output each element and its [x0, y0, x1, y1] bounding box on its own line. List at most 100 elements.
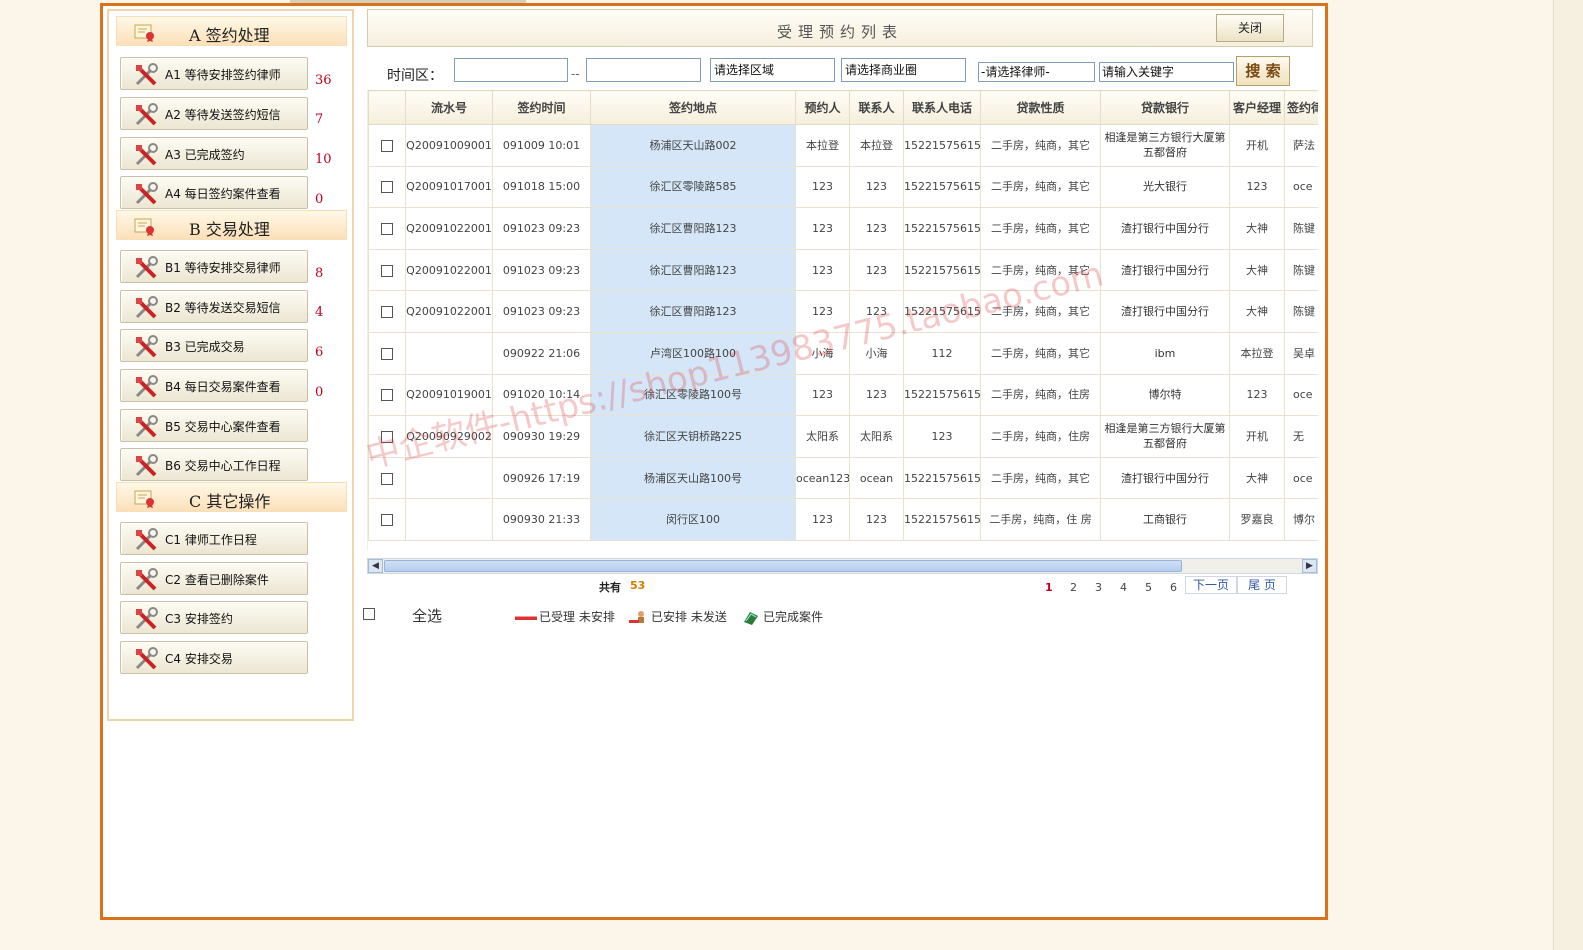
booker-cell: 123 — [795, 498, 850, 541]
legend-label: 已受理 未安排 — [539, 610, 615, 624]
row-checkbox[interactable] — [381, 222, 393, 235]
table-row[interactable]: Q20091019001 091020 10:14 徐汇区零陵路100号 123 123… — [368, 373, 1318, 417]
page-link-5[interactable]: 5 — [1145, 581, 1152, 594]
scroll-right-icon[interactable]: ▶ — [1302, 559, 1317, 573]
search-button[interactable]: 搜 索 — [1236, 56, 1290, 86]
table-row[interactable]: Q20090929002 090930 19:29 徐汇区天钥桥路225 太阳系 太阳系… — [368, 415, 1318, 458]
row-checkbox[interactable] — [381, 347, 393, 360]
contact-cell: 123 — [849, 498, 904, 541]
sidebar-item-b5[interactable]: B5 交易中心案件查看 — [120, 409, 308, 442]
scroll-thumb[interactable] — [384, 560, 1182, 572]
phone-cell: 15221575615 — [903, 373, 981, 417]
window-scrollbar[interactable] — [1553, 0, 1583, 950]
lawyer-cell: oce — [1284, 456, 1318, 500]
count-a3: 10 — [315, 152, 332, 167]
phone-cell: 15221575615 — [903, 498, 981, 541]
tools-icon — [135, 528, 158, 551]
date-from-input[interactable] — [454, 58, 568, 82]
sidebar-item-a3[interactable]: A3 已完成签约 — [120, 137, 308, 170]
lawyer-cell: oce — [1284, 165, 1318, 209]
booker-cell: 123 — [795, 373, 850, 417]
page-link-3[interactable]: 3 — [1095, 581, 1102, 594]
table-horizontal-scrollbar[interactable]: ◀ ▶ — [367, 558, 1318, 574]
table-footer: 全选 已受理 未安排 已安排 未发送 已完成案件 — [361, 600, 1061, 630]
select-all-checkbox[interactable] — [363, 608, 375, 620]
sidebar-item-c4[interactable]: C4 安排交易 — [120, 641, 308, 674]
table-row[interactable]: 090930 21:33 闵行区100 123 123 15221575615 二手房，纯… — [368, 498, 1318, 541]
phone-cell: 15221575615 — [903, 207, 981, 250]
table-row[interactable]: Q20091009001 091009 10:01 杨浦区天山路002 本拉登 本拉登 1… — [368, 124, 1318, 167]
table-row[interactable]: Q20091017001 091018 15:00 徐汇区零陵路585 123 123 1… — [368, 165, 1318, 209]
row-checkbox[interactable] — [381, 472, 393, 485]
row-checkbox[interactable] — [381, 514, 393, 527]
page-link-4[interactable]: 4 — [1120, 581, 1127, 594]
legend-label: 已完成案件 — [763, 610, 824, 624]
row-checkbox[interactable] — [381, 389, 393, 402]
phone-cell: 15221575615 — [903, 124, 981, 167]
serial-cell — [405, 498, 493, 541]
sidebar-item-c2[interactable]: C2 查看已删除案件 — [120, 562, 308, 595]
manager-cell: 开机 — [1229, 124, 1285, 167]
bank-cell: 渣打银行中国分行 — [1100, 207, 1230, 250]
page-link-6[interactable]: 6 — [1170, 581, 1177, 594]
lawyer-cell: 陈键 — [1284, 248, 1318, 292]
table-row[interactable]: Q20091022001 091023 09:23 徐汇区曹阳路123 123 123 1… — [368, 207, 1318, 250]
next-page-button[interactable]: 下一页 — [1185, 576, 1237, 594]
sidebar-item-label: B5 交易中心案件查看 — [165, 420, 281, 434]
total-label: 共有 — [599, 581, 621, 594]
table-row[interactable]: 090922 21:06 卢湾区100路100 小海 小海 112 二手房，纯商，其它 ib… — [368, 331, 1318, 375]
sidebar-item-b6[interactable]: B6 交易中心工作日程 — [120, 448, 308, 481]
row-checkbox[interactable] — [381, 264, 393, 277]
region-select[interactable]: 请选择区域 — [710, 58, 835, 82]
lawyer-cell: 陈键 — [1284, 290, 1318, 333]
row-checkbox[interactable] — [381, 181, 393, 194]
sidebar-item-a2[interactable]: A2 等待发送签约短信 — [120, 97, 308, 130]
legend-completed: 已完成案件 — [741, 608, 823, 626]
sidebar-item-label: C2 查看已删除案件 — [165, 573, 269, 587]
last-page-button[interactable]: 尾 页 — [1237, 576, 1287, 594]
serial-cell: Q20091022001 — [405, 248, 493, 292]
sidebar-item-a1[interactable]: A1 等待安排签约律师 — [120, 57, 308, 90]
legend-label: 已安排 未发送 — [651, 610, 727, 624]
column-header: 签约律 — [1284, 90, 1318, 125]
serial-cell: Q20091019001 — [405, 373, 493, 417]
bank-cell: 光大银行 — [1100, 165, 1230, 209]
sidebar-item-a4[interactable]: A4 每日签约案件查看 — [120, 176, 308, 209]
sign-time-cell: 091009 10:01 — [492, 124, 591, 167]
keyword-input[interactable]: 请输入关键字 — [1099, 62, 1234, 82]
section-header-b: B 交易处理 — [116, 210, 347, 240]
page-link-2[interactable]: 2 — [1070, 581, 1077, 594]
sidebar-item-label: B4 每日交易案件查看 — [165, 380, 281, 394]
scroll-left-icon[interactable]: ◀ — [368, 559, 383, 573]
sign-time-cell: 091023 09:23 — [492, 248, 591, 292]
sidebar-item-c1[interactable]: C1 律师工作日程 — [120, 522, 308, 555]
table-row[interactable]: Q20091022001 091023 09:23 徐汇区曹阳路123 123 123 1… — [368, 290, 1318, 333]
row-checkbox[interactable] — [381, 306, 393, 319]
lawyer-select[interactable]: -请选择律师- — [978, 62, 1095, 82]
sidebar-item-b3[interactable]: B3 已完成交易 — [120, 329, 308, 362]
sidebar-item-b4[interactable]: B4 每日交易案件查看 — [120, 369, 308, 402]
sidebar-item-b2[interactable]: B2 等待发送交易短信 — [120, 290, 308, 323]
table-row[interactable]: Q20091022001 091023 09:23 徐汇区曹阳路123 123 123 1… — [368, 248, 1318, 292]
close-button[interactable]: 关闭 — [1216, 14, 1284, 42]
row-checkbox-cell — [368, 498, 406, 541]
contact-cell: 123 — [849, 207, 904, 250]
row-checkbox[interactable] — [381, 430, 393, 443]
section-header-a: A 签约处理 — [116, 16, 347, 46]
sidebar-item-label: C3 安排签约 — [165, 612, 233, 626]
business-area-select[interactable]: 请选择商业圈 — [841, 58, 966, 82]
manager-cell: 大神 — [1229, 456, 1285, 500]
serial-cell: Q20091022001 — [405, 290, 493, 333]
page-link-1[interactable]: 1 — [1045, 581, 1053, 594]
sidebar-item-label: C1 律师工作日程 — [165, 533, 257, 547]
row-checkbox[interactable] — [381, 139, 393, 152]
address-cell: 徐汇区零陵路585 — [590, 165, 796, 209]
date-to-input[interactable] — [586, 58, 701, 82]
sidebar-item-b1[interactable]: B1 等待安排交易律师 — [120, 250, 308, 283]
row-checkbox-cell — [368, 415, 406, 458]
sidebar-item-c3[interactable]: C3 安排签约 — [120, 601, 308, 634]
table-row[interactable]: 090926 17:19 杨浦区天山路100号 ocean123 ocean 15221… — [368, 456, 1318, 500]
loan-type-cell: 二手房，纯商，其它 — [980, 456, 1101, 500]
contact-cell: ocean — [849, 456, 904, 500]
booker-cell: ocean123 — [795, 456, 850, 500]
